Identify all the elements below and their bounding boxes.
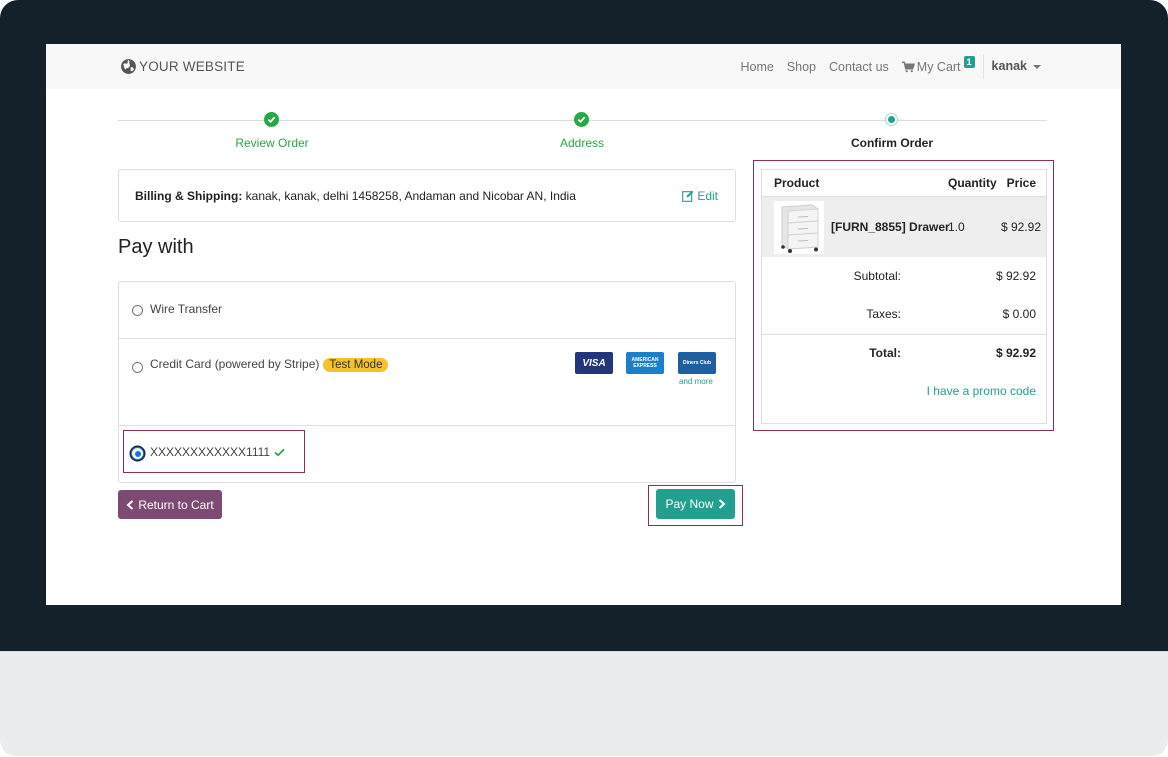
- credit-card-label: Credit Card (powered by Stripe) Test Mode: [150, 357, 389, 372]
- return-to-cart-button[interactable]: Return to Cart: [118, 490, 222, 519]
- credit-card-radio[interactable]: [132, 362, 143, 373]
- product-image: [774, 201, 824, 254]
- header-product: Product: [774, 176, 820, 190]
- total-label: Total:: [869, 346, 901, 360]
- nav-contact[interactable]: Contact us: [829, 60, 889, 74]
- user-menu[interactable]: kanak: [982, 54, 1041, 79]
- brand-text: YOUR WEBSITE: [139, 59, 245, 74]
- edit-label: Edit: [697, 189, 718, 203]
- billing-shipping-card: Billing & Shipping: kanak, kanak, delhi …: [118, 169, 736, 222]
- taxes-label: Taxes:: [866, 307, 901, 321]
- pay-now-label: Pay Now: [665, 497, 714, 511]
- wire-transfer-label: Wire Transfer: [150, 302, 223, 316]
- product-quantity: 1.0: [948, 220, 965, 234]
- step-address-check-icon: [574, 112, 589, 127]
- diners-club-logo: Diners Club: [678, 352, 716, 374]
- brand-logo[interactable]: YOUR WEBSITE: [120, 58, 245, 75]
- billing-address-text: kanak, kanak, delhi 1458258, Andaman and…: [242, 189, 576, 203]
- summary-header-row: Product Quantity Price: [762, 170, 1046, 197]
- step-review-check-icon: [264, 112, 279, 127]
- drawer-icon: [781, 204, 819, 253]
- saved-card-highlight: [123, 430, 305, 473]
- return-to-cart-label: Return to Cart: [138, 497, 214, 512]
- step-address[interactable]: Address: [502, 136, 662, 150]
- browser-page: YOUR WEBSITE Home Shop Contact us My Car…: [46, 44, 1121, 605]
- summary-product-row: [FURN_8855] Drawer 1.0 $ 92.92: [762, 197, 1046, 257]
- step-review-order[interactable]: Review Order: [192, 136, 352, 150]
- product-name[interactable]: [FURN_8855] Drawer: [831, 220, 950, 234]
- header-quantity: Quantity: [948, 176, 997, 190]
- step-confirm-current-icon: [885, 113, 898, 126]
- order-summary-table: Product Quantity Price [FURN_8855] Drawe…: [761, 169, 1047, 424]
- promo-code-link[interactable]: I have a promo code: [927, 384, 1036, 398]
- shopping-cart-icon: [901, 61, 915, 72]
- nav-links: Home Shop Contact us My Cart 1 kanak: [727, 44, 1041, 89]
- billing-address: Billing & Shipping: kanak, kanak, delhi …: [135, 189, 576, 203]
- billing-label: Billing & Shipping:: [135, 189, 243, 203]
- caret-down-icon: [1033, 64, 1041, 69]
- test-mode-badge: Test Mode: [323, 358, 389, 372]
- nav-home[interactable]: Home: [740, 60, 773, 74]
- edit-address-link[interactable]: Edit: [682, 189, 718, 203]
- monitor-bezel: YOUR WEBSITE Home Shop Contact us My Car…: [0, 0, 1168, 651]
- total-value: $ 92.92: [995, 346, 1036, 360]
- cart-count-badge: 1: [963, 55, 975, 68]
- pay-with-heading: Pay with: [118, 236, 194, 258]
- payment-credit-card[interactable]: Credit Card (powered by Stripe) Test Mode…: [119, 339, 735, 426]
- nav-shop[interactable]: Shop: [787, 60, 816, 74]
- globe-icon: [121, 59, 136, 74]
- and-more-link[interactable]: and more: [679, 377, 713, 386]
- chevron-right-icon: [718, 499, 726, 509]
- edit-icon: [682, 190, 694, 202]
- pay-now-button[interactable]: Pay Now: [656, 489, 735, 519]
- product-price: $ 92.92: [1000, 220, 1041, 234]
- taxes-value: $ 0.00: [1002, 307, 1036, 321]
- chevron-left-icon: [126, 499, 134, 510]
- amex-logo: AMERICAN EXPRESS: [626, 352, 664, 374]
- monitor-stand: [0, 651, 1168, 756]
- header-price: Price: [1006, 176, 1036, 190]
- visa-logo: VISA: [575, 352, 613, 374]
- top-navbar: YOUR WEBSITE Home Shop Contact us My Car…: [46, 44, 1121, 89]
- wire-transfer-radio[interactable]: [132, 305, 143, 316]
- nav-my-cart[interactable]: My Cart 1: [901, 55, 975, 74]
- subtotal-label: Subtotal:: [853, 269, 901, 283]
- user-name: kanak: [991, 59, 1027, 73]
- step-confirm-order: Confirm Order: [850, 136, 933, 150]
- subtotal-value: $ 92.92: [995, 269, 1036, 283]
- summary-divider: [762, 334, 1046, 335]
- cart-label: My Cart: [916, 59, 961, 74]
- credit-card-text: Credit Card (powered by Stripe): [150, 357, 320, 371]
- payment-wire-transfer[interactable]: Wire Transfer: [119, 282, 735, 339]
